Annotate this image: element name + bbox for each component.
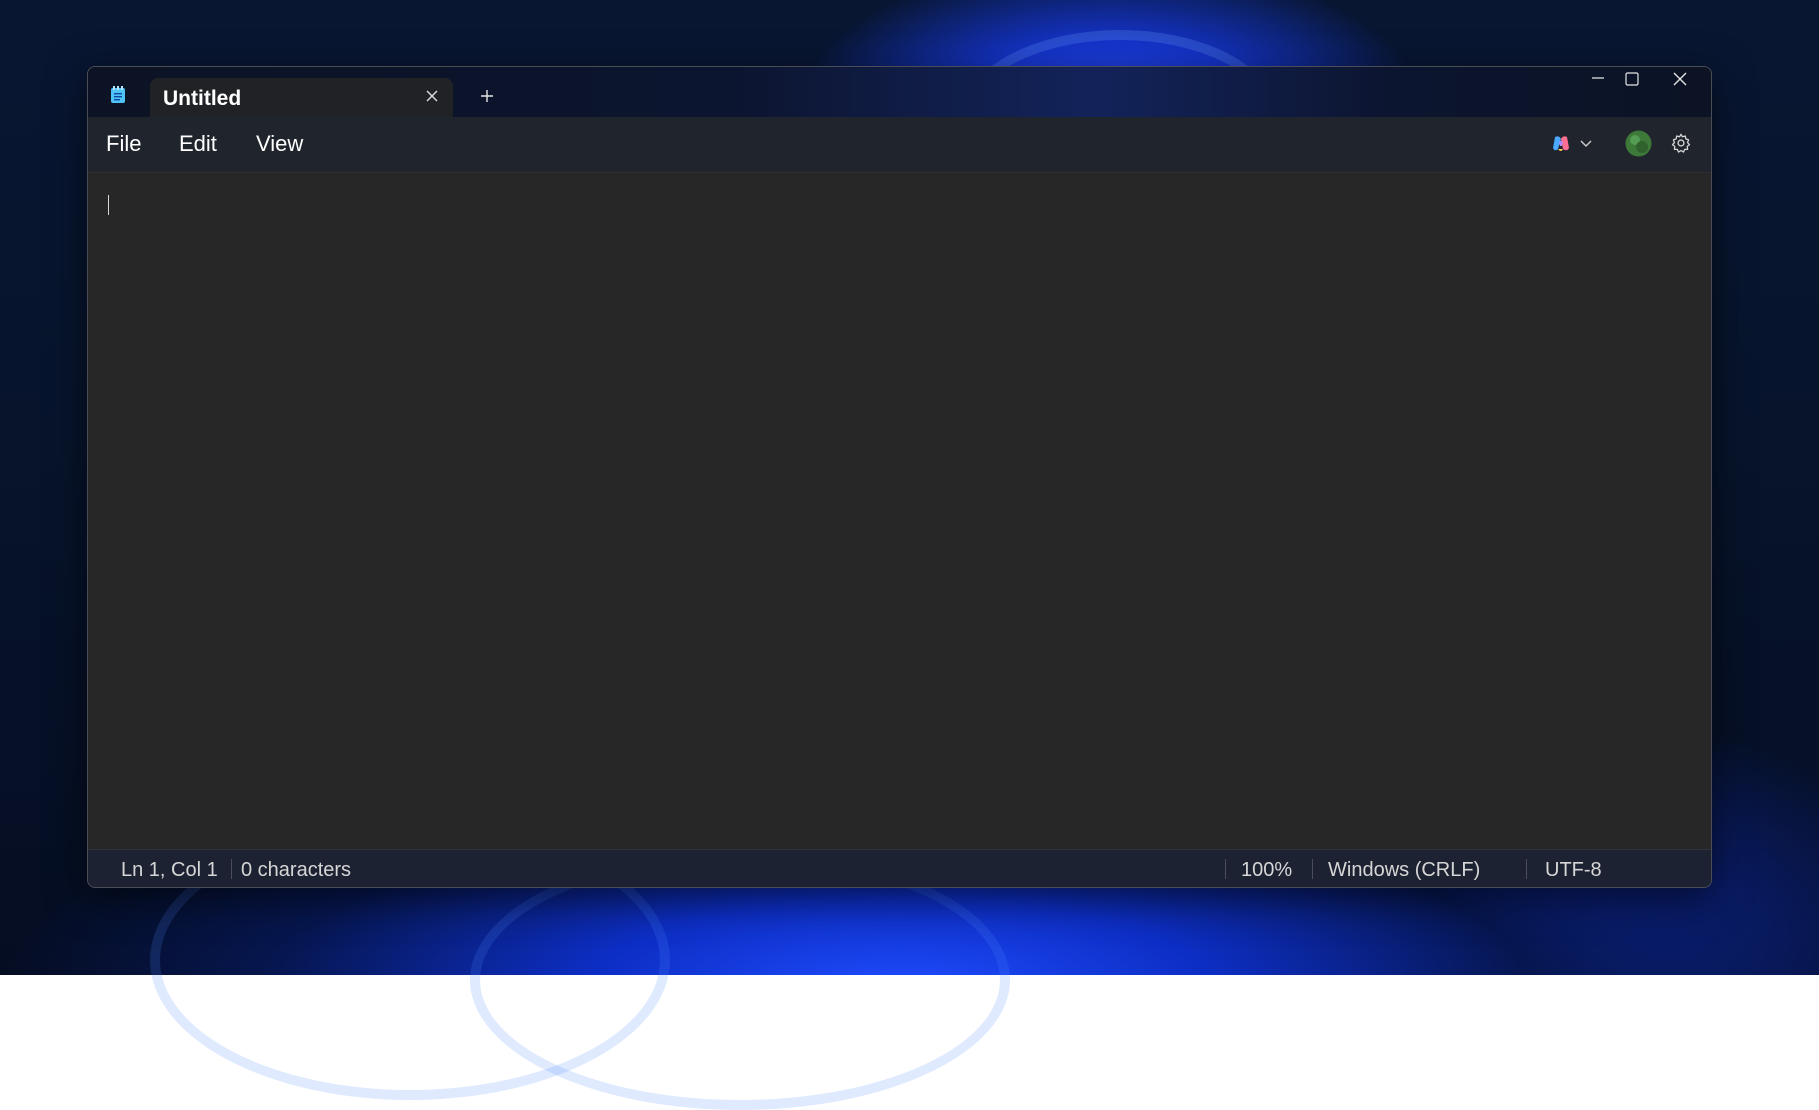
tab-close-icon[interactable]: [423, 87, 441, 105]
status-encoding[interactable]: UTF-8: [1545, 859, 1602, 882]
status-divider: [231, 859, 232, 879]
status-line-ending[interactable]: Windows (CRLF): [1328, 859, 1480, 882]
status-zoom[interactable]: 100%: [1241, 859, 1292, 882]
maximize-icon[interactable]: [1614, 67, 1650, 93]
status-bar: Ln 1, Col 1 0 characters 100% Windows (C…: [88, 849, 1711, 887]
status-divider: [1526, 859, 1527, 879]
status-cursor-position: Ln 1, Col 1: [121, 859, 218, 881]
avatar[interactable]: [1625, 130, 1652, 157]
copilot-button[interactable]: [1550, 131, 1602, 157]
chevron-down-icon: [1580, 140, 1592, 147]
menu-file[interactable]: File: [106, 131, 141, 157]
status-divider: [1225, 859, 1226, 879]
title-bar: Untitled: [88, 67, 1711, 117]
notepad-app-icon: [111, 86, 125, 103]
text-caret: [108, 195, 109, 215]
status-character-count: 0 characters: [241, 859, 352, 881]
tab-title: Untitled: [163, 87, 242, 110]
tab-untitled[interactable]: Untitled: [150, 78, 453, 117]
copilot-icon: [1553, 136, 1569, 151]
gear-icon[interactable]: [1670, 132, 1692, 154]
notepad-window: Untitled File Edit View Ln 1, Col 1 0 ch…: [87, 66, 1712, 888]
text-editor[interactable]: [88, 173, 1711, 850]
wallpaper-swirl: [470, 850, 1010, 1110]
menu-view[interactable]: View: [256, 131, 303, 157]
close-icon[interactable]: [1662, 67, 1698, 93]
new-tab-plus-icon[interactable]: [472, 83, 502, 109]
menu-bar: File Edit View: [88, 117, 1711, 173]
menu-edit[interactable]: Edit: [179, 131, 217, 157]
minimize-icon[interactable]: [1580, 67, 1616, 93]
status-divider: [1312, 859, 1313, 879]
